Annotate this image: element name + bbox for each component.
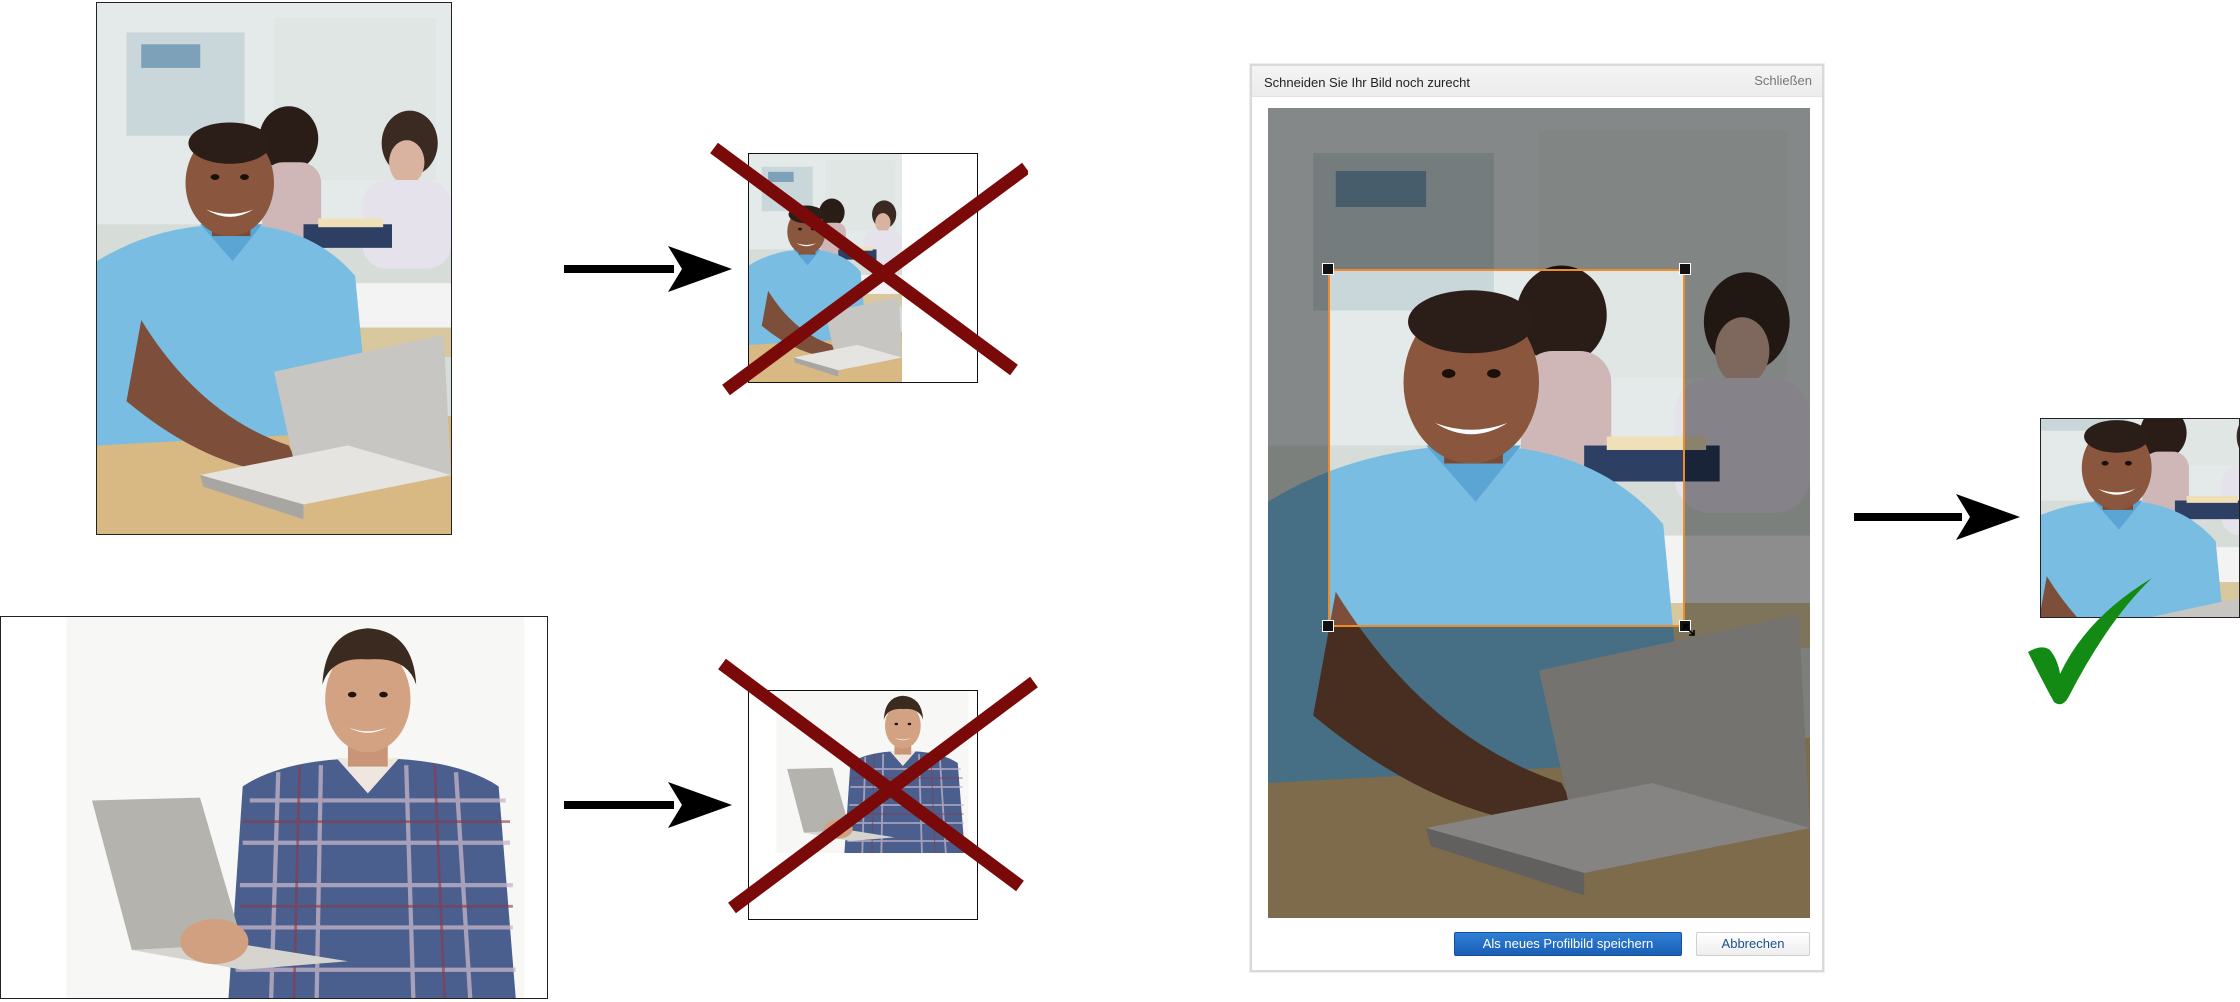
right-arrow-icon [1854,494,2020,540]
crop-selection-box[interactable] [1328,269,1685,627]
check-mark-icon [2028,578,2152,705]
crop-dialog: Schneiden Sie Ihr Bild noch zurecht Schl… [1250,64,1824,972]
save-profile-picture-button[interactable]: Als neues Profilbild speichern [1454,932,1682,956]
dialog-header: Schneiden Sie Ihr Bild noch zurecht Schl… [1252,66,1822,97]
scaled-landscape-photo [749,691,978,853]
crop-handle-bottom-left[interactable] [1322,620,1334,632]
close-link[interactable]: Schließen [1754,73,1812,88]
original-landscape-photo [0,616,548,999]
original-portrait-photo [96,2,452,535]
crop-handle-top-left[interactable] [1322,263,1334,275]
right-arrow-icon [564,246,732,292]
right-arrow-icon [564,782,732,828]
wrong-result-thumbnail [748,153,978,383]
scaled-portrait-photo [749,154,902,383]
crop-handle-top-right[interactable] [1679,263,1691,275]
resize-handle-icon[interactable] [1682,623,1696,637]
dialog-title: Schneiden Sie Ihr Bild noch zurecht [1264,75,1470,90]
crop-area[interactable] [1268,108,1810,918]
cancel-button[interactable]: Abbrechen [1696,932,1810,956]
wrong-result-thumbnail [748,690,978,920]
